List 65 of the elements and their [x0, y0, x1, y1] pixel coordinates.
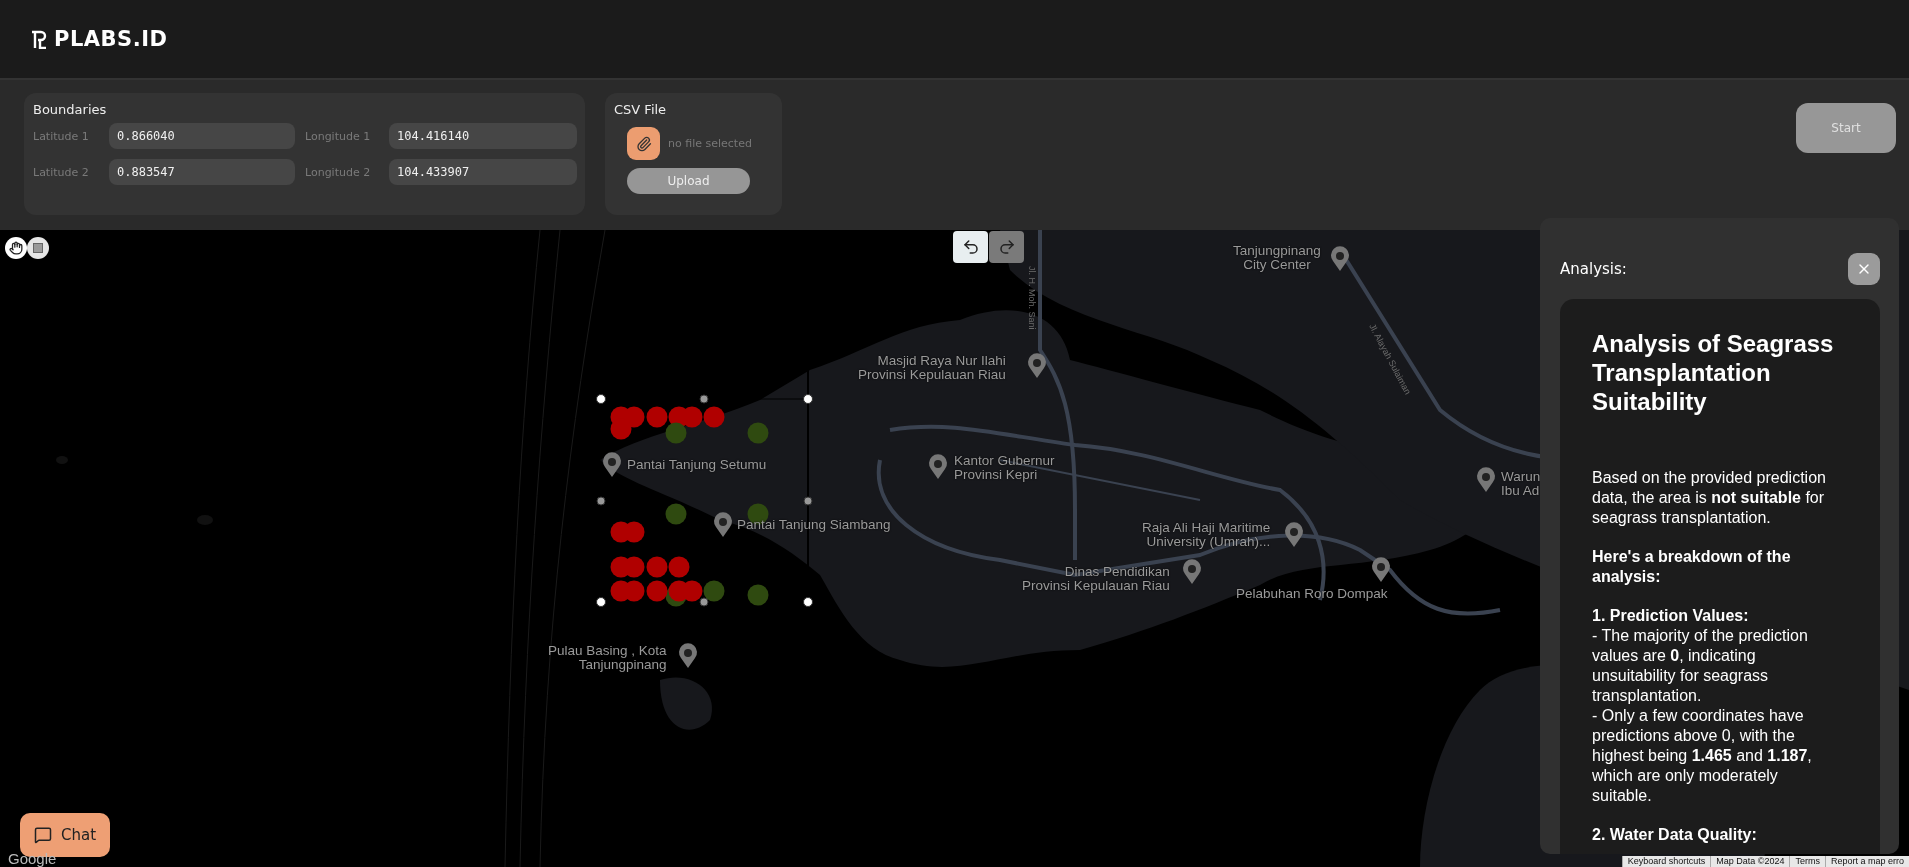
midpoint-handle[interactable]: [596, 496, 606, 506]
report-subheading: Here's a breakdown of the analysis:: [1592, 547, 1792, 587]
report-line: - The majority of the prediction values are 0, indicating unsuitability for seagrass transplantation.: [1592, 626, 1809, 706]
place-label: Pelabuhan Roro Dompak: [1236, 587, 1388, 601]
map-pin-icon: [1331, 246, 1349, 271]
pan-tool-button[interactable]: [5, 237, 27, 259]
section-title: 2. Water Data Quality:: [1592, 825, 1758, 845]
map-pin-icon: [1285, 522, 1303, 547]
attach-file-button[interactable]: [627, 127, 660, 160]
coordinate-input[interactable]: 104.416140: [389, 123, 577, 149]
brand-name: PLABS.ID: [54, 27, 168, 51]
map-pin-icon: [929, 454, 947, 479]
resize-handle[interactable]: [803, 394, 813, 404]
report-heading: Analysis of Seagrass Transplantation Suitability: [1592, 329, 1835, 416]
logo-icon: [30, 29, 48, 49]
coordinate-input[interactable]: 0.883547: [109, 159, 295, 185]
place-label: Masjid Raya Nur Ilahi Provinsi Kepulauan Riau: [858, 354, 1006, 382]
report-paragraph: Based on the provided prediction data, the area is not suitable for seagrass transplantation.: [1592, 468, 1827, 528]
section-title: 1. Prediction Values:: [1592, 606, 1750, 626]
chat-icon: [34, 826, 52, 844]
place-label: Kantor Gubernur Provinsi Kepri: [954, 454, 1055, 482]
midpoint-handle[interactable]: [699, 597, 709, 607]
card-title: CSV File: [614, 102, 668, 117]
card-title: Boundaries: [33, 102, 108, 117]
field-label: Longitude 2: [305, 165, 372, 179]
panel-title: Analysis:: [1560, 260, 1627, 278]
hand-icon: [9, 241, 23, 255]
close-button[interactable]: [1848, 253, 1880, 285]
resize-handle[interactable]: [803, 597, 813, 607]
place-label: Dinas Pendidikan Provinsi Kepulauan Riau: [1022, 565, 1170, 593]
coordinate-input[interactable]: 0.866040: [109, 123, 295, 149]
road-label: Jl. H. Moh. Sani: [1027, 266, 1037, 330]
attribution-link[interactable]: Keyboard shortcuts: [1621, 856, 1711, 867]
paperclip-icon: [635, 135, 652, 152]
place-label: Pantai Tanjung Siambang: [737, 518, 891, 532]
map-pin-icon: [1477, 467, 1495, 492]
attribution-link[interactable]: Report a map erro: [1824, 856, 1909, 867]
map-pin-icon: [714, 512, 732, 537]
resize-handle[interactable]: [596, 597, 606, 607]
place-label: Warun Ibu Ad: [1501, 470, 1541, 498]
coordinate-input[interactable]: 104.433907: [389, 159, 577, 185]
midpoint-handle[interactable]: [699, 394, 709, 404]
field-label: Latitude 2: [33, 165, 90, 179]
field-label: Latitude 1: [33, 129, 90, 143]
field-label: Longitude 1: [305, 129, 372, 143]
rectangle-tool-button[interactable]: [27, 237, 49, 259]
map-pin-icon: [603, 452, 621, 477]
place-label: Pantai Tanjung Setumu: [627, 458, 767, 472]
file-status: no file selected: [668, 137, 752, 150]
attribution-link[interactable]: Map Data ©2024: [1710, 856, 1790, 867]
attribution-link[interactable]: Terms: [1789, 856, 1825, 867]
place-label: Tanjungpinang City Center: [1233, 244, 1321, 272]
undo-icon: [961, 238, 980, 256]
place-label: Raja Ali Haji Maritime University (Umrah)...: [1142, 521, 1271, 549]
redo-icon: [997, 238, 1016, 256]
midpoint-handle[interactable]: [803, 496, 813, 506]
undo-button[interactable]: [953, 231, 988, 263]
map-pin-icon: [1028, 353, 1046, 378]
map-pin-icon: [679, 643, 697, 668]
report-line: - Only a few coordinates have predictions above 0, with the highest being 1.465 and 1.187, which are only moderately suitable.: [1592, 706, 1813, 806]
place-label: Pulau Basing , Kota Tanjungpinang: [548, 644, 667, 672]
map-pin-icon: [1183, 559, 1201, 584]
map-pin-icon: [1372, 557, 1390, 582]
resize-handle[interactable]: [596, 394, 606, 404]
square-icon: [33, 243, 43, 253]
